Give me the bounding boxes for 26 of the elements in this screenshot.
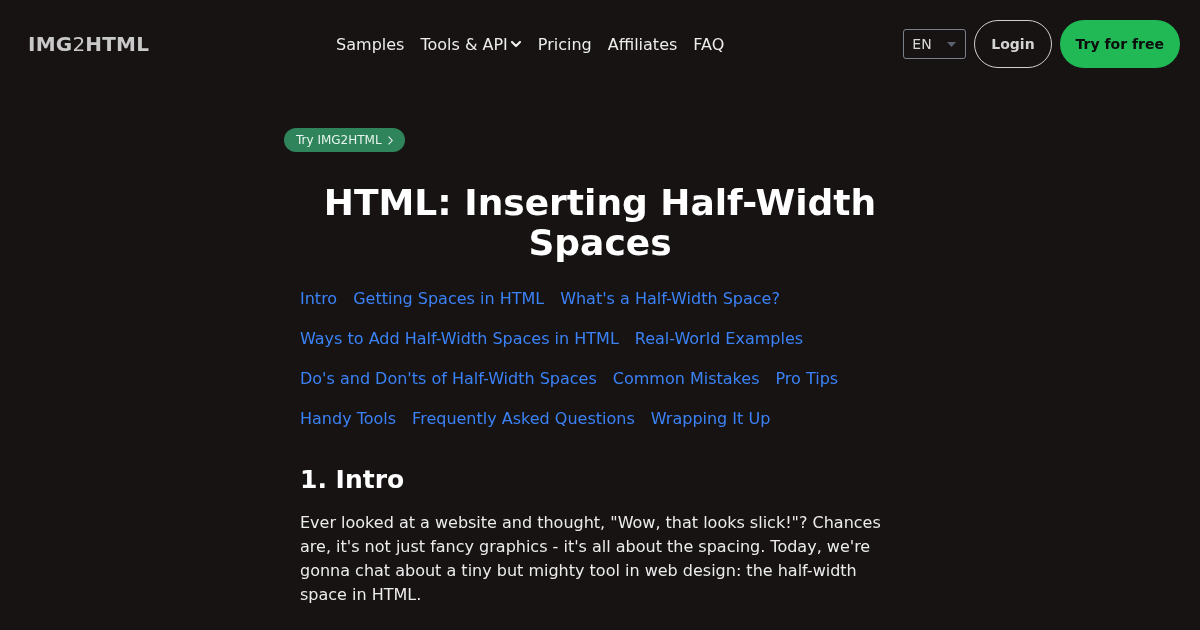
chevron-down-icon: [509, 40, 522, 48]
page-title: HTML: Inserting Half-Width Spaces: [322, 183, 878, 263]
paragraph: Ever looked at a website and thought, "Wow, that looks slick!"? Chances are, it's not just fancy graphics - it's all about the spacing. Today, we're gonna chat about a tiny but mighty tool in web design: the half-width space in HTML.: [300, 512, 882, 606]
toc-link[interactable]: Do's and Don'ts of Half-Width Spaces: [300, 367, 597, 391]
nav-link[interactable]: Pricing: [537, 34, 592, 54]
toc-link[interactable]: Real-World Examples: [634, 327, 804, 351]
toc-link[interactable]: Handy Tools: [300, 407, 397, 431]
toc-link[interactable]: Frequently Asked Questions: [412, 407, 635, 431]
toc-link[interactable]: Getting Spaces in HTML: [353, 287, 545, 311]
toc-link[interactable]: Intro: [300, 287, 338, 311]
try-badge-link[interactable]: Try IMG2HTML: [284, 128, 405, 152]
section-heading: 1. Intro: [300, 464, 406, 496]
nav-link[interactable]: FAQ: [693, 34, 725, 54]
toc-link[interactable]: Pro Tips: [775, 367, 839, 391]
nav-link[interactable]: Affiliates: [607, 34, 678, 54]
toc-link[interactable]: Wrapping It Up: [650, 407, 771, 431]
caret-icon: [947, 41, 957, 47]
try-for-free-button[interactable]: Try for free: [1059, 20, 1180, 68]
nav-dropdown[interactable]: Tools & API: [420, 34, 522, 54]
toc-link[interactable]: What's a Half-Width Space?: [560, 287, 780, 311]
chevron-right-icon: [387, 135, 393, 145]
nav-link[interactable]: Samples: [336, 34, 405, 54]
toc-link[interactable]: Ways to Add Half-Width Spaces in HTML: [300, 327, 619, 351]
language-select[interactable]: EN: [903, 29, 967, 59]
toc-link[interactable]: Common Mistakes: [612, 367, 760, 391]
logo[interactable]: IMG2HTML: [28, 32, 150, 56]
